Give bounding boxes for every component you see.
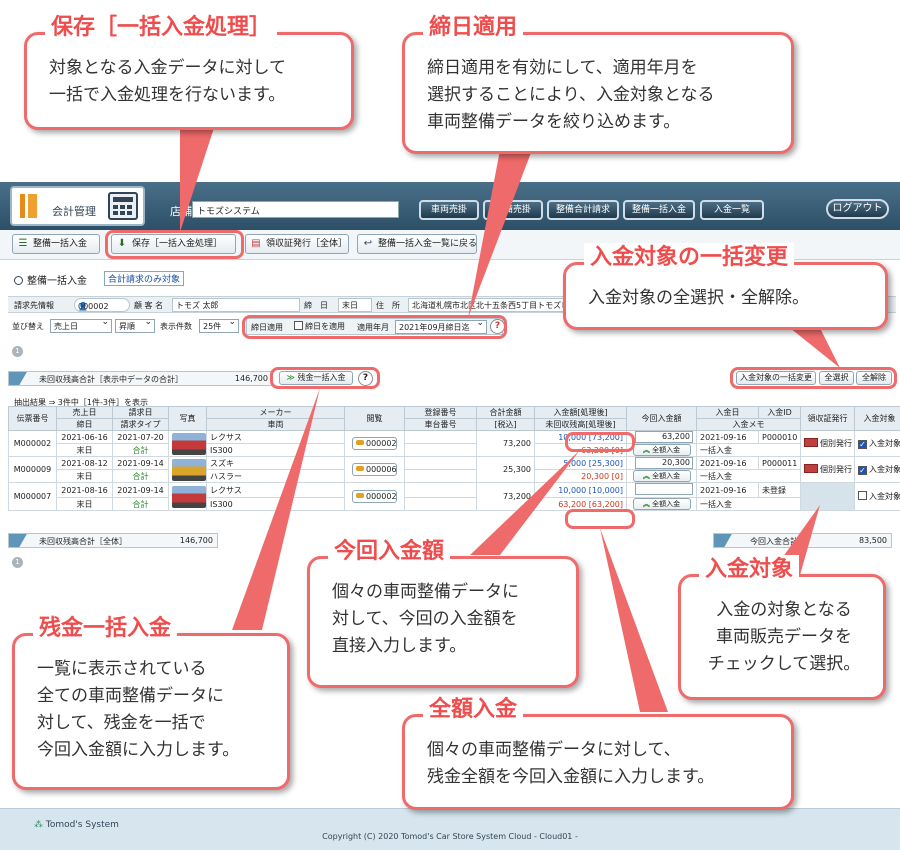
callout-title: 保存［一括入金処理］ bbox=[45, 13, 278, 43]
callout-title: 入金対象の一括変更 bbox=[584, 243, 795, 273]
callout-body: 入金対象の全選択・全解除。 bbox=[588, 288, 809, 308]
callout-title: 全額入金 bbox=[423, 695, 524, 725]
callout-title: 入金対象 bbox=[699, 555, 800, 585]
callout-current-amount: 今回入金額 個々の車両整備データに 対して、今回の入金額を 直接入力します。 bbox=[307, 537, 579, 688]
callout-body: 対象となる入金データに対して 一括で入金処理を行ないます。 bbox=[49, 58, 286, 105]
pointer-current-amount bbox=[470, 450, 580, 555]
callout-cutoff: 締日適用 締日適用を有効にして、適用年月を 選択することにより、入金対象となる … bbox=[402, 13, 794, 154]
callout-title: 今回入金額 bbox=[328, 537, 451, 567]
callout-body: 個々の車両整備データに対して、 残金全額を今回入金額に入力します。 bbox=[427, 740, 715, 787]
callout-balance-bulk: 残金一括入金 一覧に表示されている 全ての車両整備データに 対して、残金を一括で… bbox=[12, 614, 290, 790]
callout-save: 保存［一括入金処理］ 対象となる入金データに対して 一括で入金処理を行ないます。 bbox=[24, 13, 354, 130]
pointer-save bbox=[180, 128, 214, 232]
pointer-cutoff bbox=[468, 150, 532, 318]
callout-title: 締日適用 bbox=[423, 13, 524, 43]
callout-bulk-target: 入金対象の一括変更 入金対象の全選択・全解除。 bbox=[563, 243, 888, 330]
callout-body: 一覧に表示されている 全ての車両整備データに 対して、残金を一括で 今回入金額に… bbox=[37, 659, 240, 760]
callout-full-amount: 全額入金 個々の車両整備データに対して、 残金全額を今回入金額に入力します。 bbox=[402, 695, 794, 810]
callout-title: 残金一括入金 bbox=[33, 614, 178, 644]
pointer-full-amount bbox=[600, 528, 668, 712]
callout-body: 個々の車両整備データに 対して、今回の入金額を 直接入力します。 bbox=[332, 582, 519, 656]
callout-body: 締日適用を有効にして、適用年月を 選択することにより、入金対象となる 車両整備デ… bbox=[427, 58, 715, 132]
callout-target: 入金対象 入金の対象となる 車両販売データを チェックして選択。 bbox=[678, 555, 886, 700]
callout-body: 入金の対象となる 車両販売データを チェックして選択。 bbox=[707, 600, 861, 674]
pointer-bulk-target bbox=[790, 328, 840, 368]
